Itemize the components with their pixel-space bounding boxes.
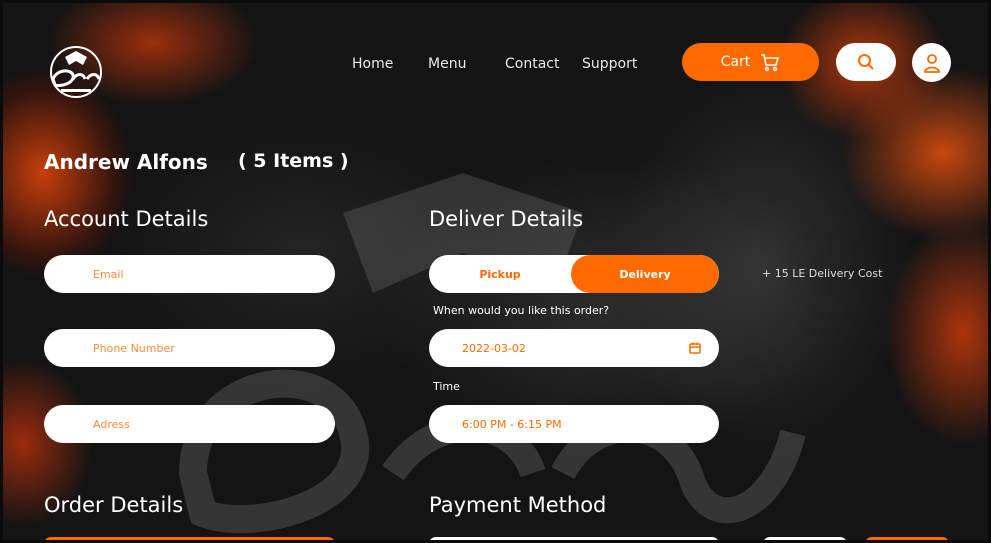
payment-option-secondary[interactable] [763, 537, 847, 540]
email-placeholder: Email [93, 267, 124, 281]
calendar-icon[interactable] [689, 342, 701, 354]
items-count: ( 5 Items ) [238, 150, 349, 172]
user-icon [923, 53, 940, 73]
nav-menu[interactable]: Menu [428, 56, 466, 72]
cart-label: Cart [720, 54, 751, 70]
customer-name: Andrew Alfons [44, 150, 208, 174]
phone-number-field[interactable]: Phone Number [44, 329, 335, 367]
account-details-title: Account Details [44, 207, 209, 231]
address-field[interactable]: Adress [44, 405, 335, 443]
nav-support[interactable]: Support [582, 56, 637, 72]
date-value: 2022-03-02 [462, 341, 526, 355]
checkout-page: Home Menu Contact Support Cart Andrew Al… [3, 3, 988, 540]
nav-home[interactable]: Home [352, 56, 393, 72]
time-label: Time [433, 380, 460, 393]
search-icon [858, 54, 874, 70]
cart-button[interactable]: Cart [682, 43, 819, 81]
time-slot-field[interactable]: 6:00 PM - 6:15 PM [429, 405, 719, 443]
time-value: 6:00 PM - 6:15 PM [462, 417, 562, 431]
email-field[interactable]: Email [44, 255, 335, 293]
delivery-method-toggle[interactable]: Pickup Delivery [429, 255, 719, 293]
delivery-cost-note: + 15 LE Delivery Cost [762, 267, 883, 280]
deliver-details-title: Deliver Details [429, 207, 584, 231]
phone-placeholder: Phone Number [93, 341, 175, 355]
search-button[interactable] [836, 43, 896, 81]
payment-method-title: Payment Method [429, 493, 607, 517]
payment-option-field[interactable] [429, 537, 719, 540]
date-picker-field[interactable]: 2022-03-02 [429, 329, 719, 367]
cart-icon [761, 54, 780, 72]
pickup-option[interactable]: Pickup [429, 255, 571, 293]
user-account-button[interactable] [912, 43, 951, 82]
delivery-option[interactable]: Delivery [571, 255, 719, 293]
nav-contact[interactable]: Contact [505, 56, 559, 72]
bread-logo-icon[interactable] [43, 43, 109, 101]
payment-option-accent[interactable] [865, 537, 949, 540]
order-time-question: When would you like this order? [433, 304, 610, 317]
order-details-title: Order Details [44, 493, 184, 517]
order-details-bar[interactable] [44, 537, 335, 540]
address-placeholder: Adress [93, 417, 130, 431]
